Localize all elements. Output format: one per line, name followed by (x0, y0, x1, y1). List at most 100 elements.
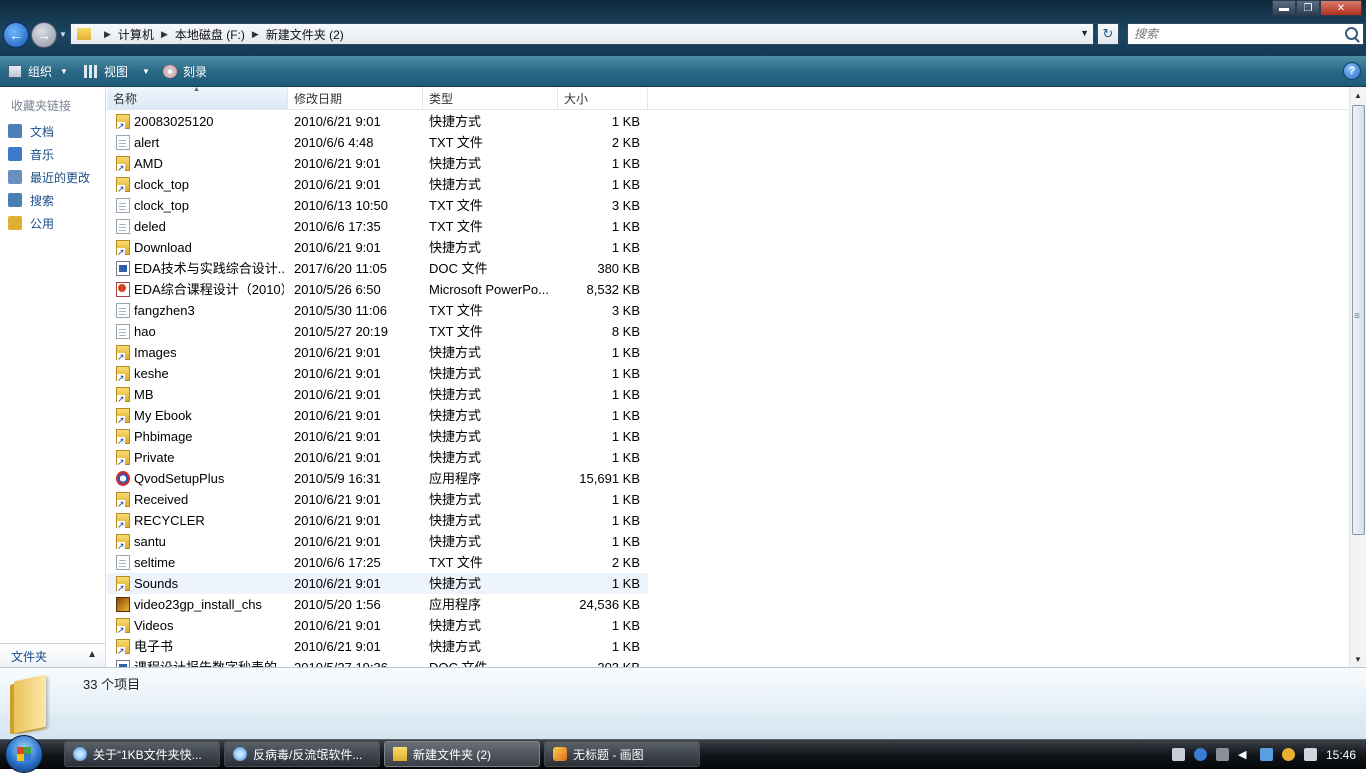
start-button[interactable] (5, 735, 43, 773)
file-row[interactable]: Private 2010/6/21 9:01 快捷方式 1 KB (107, 447, 648, 468)
file-row[interactable]: MB 2010/6/21 9:01 快捷方式 1 KB (107, 384, 648, 405)
column-header-date[interactable]: 修改日期 (288, 87, 423, 109)
sidebar-item-music[interactable]: 音乐 (8, 144, 54, 164)
security-icon[interactable] (1281, 748, 1295, 761)
text-file-icon (116, 135, 130, 150)
breadcrumb-current-folder[interactable]: 新建文件夹 (2) (266, 26, 344, 43)
help-icon[interactable]: ? (1343, 62, 1361, 80)
chevron-right-icon[interactable]: ▶ (161, 29, 168, 40)
folders-toggle[interactable]: 文件夹 ▲ (0, 643, 105, 668)
forward-button[interactable]: → (31, 22, 57, 48)
sort-ascending-icon: ▲ (193, 87, 200, 93)
taskbar-button-paint[interactable]: 无标题 - 画图 (544, 741, 700, 767)
file-date: 2010/6/6 4:48 (294, 135, 374, 150)
file-size: 1 KB (611, 177, 640, 192)
file-size: 8 KB (611, 324, 640, 339)
column-header-name[interactable]: 名称 ▲ (107, 87, 288, 109)
file-type: TXT 文件 (429, 555, 483, 570)
file-type: 快捷方式 (429, 240, 482, 255)
file-row[interactable]: keshe 2010/6/21 9:01 快捷方式 1 KB (107, 363, 648, 384)
address-bar[interactable]: ▶ 计算机 ▶ 本地磁盘 (F:) ▶ 新建文件夹 (2) ▼ (70, 23, 1094, 45)
taskbar-button-label: 反病毒/反流氓软件... (253, 747, 363, 762)
help-icon[interactable] (1193, 748, 1207, 761)
window-controls: ▬ ❐ ✕ (1272, 0, 1362, 16)
file-row[interactable]: Sounds 2010/6/21 9:01 快捷方式 1 KB (107, 573, 648, 594)
file-row[interactable]: 电子书 2010/6/21 9:01 快捷方式 1 KB (107, 636, 648, 657)
file-row[interactable]: EDA综合课程设计（2010） 2010/5/26 6:50 Microsoft P… (107, 279, 648, 300)
address-dropdown-icon[interactable]: ▼ (1080, 28, 1089, 38)
search-box[interactable] (1127, 23, 1364, 45)
refresh-button[interactable]: ↻ (1097, 23, 1119, 45)
network-icon[interactable] (1259, 748, 1273, 761)
scroll-up-icon[interactable]: ▲ (1350, 87, 1366, 103)
search-icon[interactable] (1345, 27, 1358, 40)
file-row[interactable]: santu 2010/6/21 9:01 快捷方式 1 KB (107, 531, 648, 552)
file-type: 快捷方式 (429, 345, 482, 360)
shortcut-icon (116, 429, 130, 446)
chevron-left-icon[interactable]: ◀ (1238, 748, 1251, 761)
file-row[interactable]: AMD 2010/6/21 9:01 快捷方式 1 KB (107, 153, 648, 174)
column-header-type[interactable]: 类型 (423, 87, 558, 109)
chevron-right-icon[interactable]: ▶ (252, 29, 259, 40)
close-button[interactable]: ✕ (1320, 0, 1362, 16)
file-date: 2010/5/20 1:56 (294, 597, 381, 612)
file-row[interactable]: video23gp_install_chs 2010/5/20 1:56 应用程序 2… (107, 594, 648, 615)
file-row[interactable]: alert 2010/6/6 4:48 TXT 文件 2 KB (107, 132, 648, 153)
tray-arrow-icon[interactable] (1215, 748, 1229, 761)
file-row[interactable]: RECYCLER 2010/6/21 9:01 快捷方式 1 KB (107, 510, 648, 531)
column-header-size[interactable]: 大小 (558, 87, 648, 109)
file-row[interactable]: 20083025120 2010/6/21 9:01 快捷方式 1 KB (107, 111, 648, 132)
file-row[interactable]: Received 2010/6/21 9:01 快捷方式 1 KB (107, 489, 648, 510)
file-type: 快捷方式 (429, 618, 482, 633)
restore-button[interactable]: ❐ (1296, 0, 1320, 16)
vertical-scrollbar[interactable]: ▲ ▼ (1349, 87, 1366, 667)
sidebar-item-recent[interactable]: 最近的更改 (8, 167, 90, 187)
file-row[interactable]: 课程设计报告数字秒表的... 2010/5/27 19:36 DOC 文件 303 K… (107, 657, 648, 667)
file-row[interactable]: My Ebook 2010/6/21 9:01 快捷方式 1 KB (107, 405, 648, 426)
file-row[interactable]: seltime 2010/6/6 17:25 TXT 文件 2 KB (107, 552, 648, 573)
file-row[interactable]: Images 2010/6/21 9:01 快捷方式 1 KB (107, 342, 648, 363)
taskbar-button-label: 关于“1KB文件夹快... (93, 747, 202, 762)
file-row[interactable]: Videos 2010/6/21 9:01 快捷方式 1 KB (107, 615, 648, 636)
taskbar-button-explorer[interactable]: 新建文件夹 (2) (384, 741, 540, 767)
burn-label: 刻录 (183, 64, 208, 79)
back-button[interactable]: ← (3, 22, 29, 48)
recent-pages-dropdown-icon[interactable]: ▼ (59, 30, 67, 39)
organize-button[interactable]: 组织 ▼ (8, 56, 68, 86)
ie-icon (233, 747, 247, 761)
burn-button[interactable]: 刻录 (163, 56, 207, 86)
breadcrumb-computer[interactable]: 计算机 (118, 26, 154, 43)
file-row[interactable]: Phbimage 2010/6/21 9:01 快捷方式 1 KB (107, 426, 648, 447)
file-row[interactable]: EDA技术与实践综合设计... 2017/6/20 11:05 DOC 文件 380 … (107, 258, 648, 279)
views-button[interactable]: 视图 ▼ (84, 56, 150, 86)
breadcrumb-drive-f[interactable]: 本地磁盘 (F:) (175, 26, 245, 43)
sidebar-item-searches[interactable]: 搜索 (8, 190, 54, 210)
scroll-thumb[interactable] (1352, 105, 1365, 535)
search-input[interactable] (1128, 26, 1341, 42)
file-row[interactable]: Download 2010/6/21 9:01 快捷方式 1 KB (107, 237, 648, 258)
taskbar-button-ie-1[interactable]: 关于“1KB文件夹快... (64, 741, 220, 767)
column-header-row: 名称 ▲ 修改日期 类型 大小 (107, 87, 1350, 110)
file-row[interactable]: hao 2010/5/27 20:19 TXT 文件 8 KB (107, 321, 648, 342)
clock[interactable]: 15:46 (1326, 748, 1356, 762)
minimize-button[interactable]: ▬ (1272, 0, 1296, 16)
sidebar-item-documents[interactable]: 文档 (8, 121, 54, 141)
file-row[interactable]: fangzhen3 2010/5/30 11:06 TXT 文件 3 KB (107, 300, 648, 321)
chevron-down-icon[interactable]: ▼ (142, 67, 150, 76)
file-date: 2010/5/27 20:19 (294, 324, 388, 339)
shortcut-icon (116, 366, 130, 383)
scroll-down-icon[interactable]: ▼ (1350, 651, 1366, 667)
file-date: 2010/6/21 9:01 (294, 156, 381, 171)
chevron-right-icon[interactable]: ▶ (104, 29, 111, 40)
keyboard-icon[interactable] (1171, 748, 1185, 761)
sidebar-item-public[interactable]: 公用 (8, 213, 54, 233)
file-row[interactable]: QvodSetupPlus 2010/5/9 16:31 应用程序 15,691 KB (107, 468, 648, 489)
file-row[interactable]: deled 2010/6/6 17:35 TXT 文件 1 KB (107, 216, 648, 237)
volume-icon[interactable] (1303, 748, 1317, 761)
shortcut-icon (116, 387, 130, 404)
taskbar-button-ie-2[interactable]: 反病毒/反流氓软件... (224, 741, 380, 767)
file-row[interactable]: clock_top 2010/6/21 9:01 快捷方式 1 KB (107, 174, 648, 195)
file-row[interactable]: clock_top 2010/6/13 10:50 TXT 文件 3 KB (107, 195, 648, 216)
recent-icon (8, 170, 22, 184)
powerpoint-icon (116, 282, 130, 297)
